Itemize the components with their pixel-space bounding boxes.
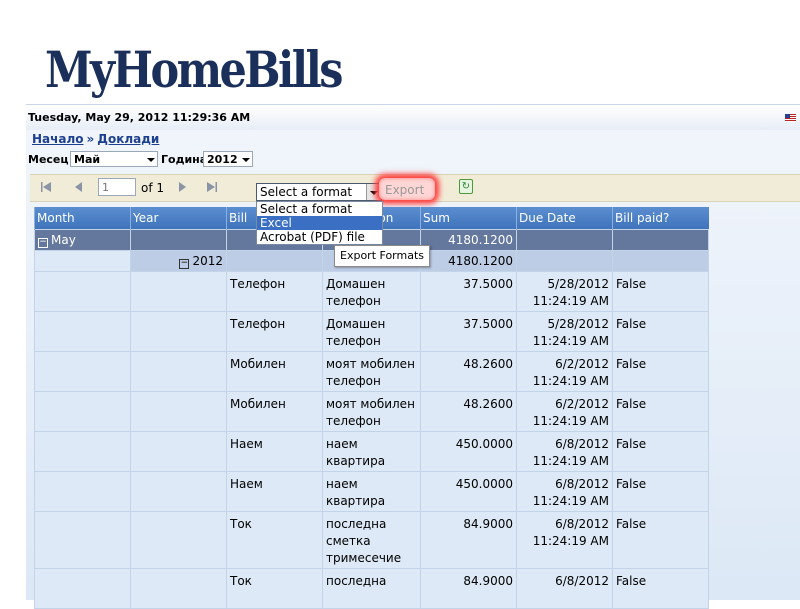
group-year-label: 2012 <box>192 254 223 268</box>
sum-cell: 450.0000 <box>420 431 517 472</box>
export-button[interactable]: Export <box>385 183 424 197</box>
bill-paid-cell: False <box>612 391 709 432</box>
export-format-value: Select a format <box>260 185 353 199</box>
bill-cell: Телефон <box>226 271 323 312</box>
bill-cell: Мобилен <box>226 391 323 432</box>
app-logo: MyHomeBills <box>45 40 344 99</box>
first-page-icon[interactable] <box>40 181 52 193</box>
bill-paid-cell: False <box>612 431 709 472</box>
due-date-cell: 5/28/2012 11:24:19 AM <box>516 271 613 312</box>
collapse-icon[interactable]: − <box>38 238 48 248</box>
collapse-icon[interactable]: − <box>179 259 190 269</box>
group-year-sum: 4180.1200 <box>420 250 517 272</box>
year-select-value: 2012 <box>207 153 238 166</box>
sum-cell: 84.9000 <box>420 511 517 569</box>
us-flag-icon[interactable] <box>785 114 796 122</box>
format-option-pdf[interactable]: Acrobat (PDF) file <box>257 230 382 244</box>
column-header-month[interactable]: Month <box>34 207 131 230</box>
bill-paid-cell: False <box>612 271 709 312</box>
report-toolbar: 1 of 1 Select a format Export ↻ <box>30 174 800 202</box>
bill-paid-cell: False <box>612 568 709 609</box>
table-row: Мобилен моят мобилен телефон 48.2600 6/2… <box>34 351 709 392</box>
sum-cell: 450.0000 <box>420 471 517 512</box>
bill-cell: Ток <box>226 511 323 569</box>
bill-paid-cell: False <box>612 471 709 512</box>
table-row: Телефон Домашен телефон 37.5000 5/28/201… <box>34 271 709 312</box>
group-month-cell: − May <box>34 229 131 251</box>
description-cell: наем квартира <box>322 431 421 472</box>
table-row: Ток последна сметка тримесечие 84.9000 6… <box>34 511 709 569</box>
breadcrumb-reports-link[interactable]: Доклади <box>97 132 159 146</box>
column-header-sum[interactable]: Sum <box>420 207 517 230</box>
description-cell: моят мобилен телефон <box>322 351 421 392</box>
format-option-none[interactable]: Select a format <box>257 202 382 216</box>
chevron-down-icon <box>242 158 250 162</box>
sum-cell: 48.2600 <box>420 391 517 432</box>
month-select[interactable]: Май <box>70 151 158 167</box>
description-cell: последна сметка тримесечие <box>322 511 421 569</box>
previous-page-icon[interactable] <box>74 181 84 193</box>
format-option-excel[interactable]: Excel <box>257 216 382 230</box>
description-cell: Домашен телефон <box>322 271 421 312</box>
sum-cell: 84.9000 <box>420 568 517 609</box>
breadcrumb: Начало» Доклади <box>32 132 159 146</box>
due-date-cell: 6/8/2012 11:24:19 AM <box>516 471 613 512</box>
due-date-cell: 6/2/2012 11:24:19 AM <box>516 351 613 392</box>
bill-paid-cell: False <box>612 511 709 569</box>
sum-cell: 37.5000 <box>420 311 517 352</box>
table-row: Мобилен моят мобилен телефон 48.2600 6/2… <box>34 391 709 432</box>
bill-cell: Наем <box>226 431 323 472</box>
page-number-input[interactable]: 1 <box>98 178 136 196</box>
page-count-label: of 1 <box>141 181 165 195</box>
next-page-icon[interactable] <box>177 181 187 193</box>
export-formats-tooltip: Export Formats <box>334 245 430 267</box>
column-header-bill-paid[interactable]: Bill paid? <box>612 207 709 230</box>
group-month-label: May <box>51 233 76 247</box>
last-page-icon[interactable] <box>206 181 218 193</box>
description-cell: последна <box>322 568 421 609</box>
group-month-sum: 4180.1200 <box>420 229 517 251</box>
year-select[interactable]: 2012 <box>203 151 253 167</box>
chevron-down-icon <box>147 158 155 162</box>
due-date-cell: 6/8/2012 11:24:19 AM <box>516 431 613 472</box>
due-date-cell: 5/28/2012 11:24:19 AM <box>516 311 613 352</box>
bill-cell: Телефон <box>226 311 323 352</box>
date-bar: Tuesday, May 29, 2012 11:29:36 AM <box>26 104 800 131</box>
table-row: Ток последна 84.9000 6/8/2012 False <box>34 568 709 609</box>
sum-cell: 48.2600 <box>420 351 517 392</box>
column-header-due-date[interactable]: Due Date <box>516 207 613 230</box>
table-row: Наем наем квартира 450.0000 6/8/2012 11:… <box>34 471 709 512</box>
table-row: Наем наем квартира 450.0000 6/8/2012 11:… <box>34 431 709 472</box>
column-header-year[interactable]: Year <box>130 207 227 230</box>
due-date-cell: 6/8/2012 <box>516 568 613 609</box>
bill-paid-cell: False <box>612 311 709 352</box>
export-format-dropdown: Select a format Excel Acrobat (PDF) file <box>256 201 383 245</box>
bill-cell: Наем <box>226 471 323 512</box>
year-label: Година <box>161 153 208 166</box>
group-year-cell: −2012 <box>130 250 227 272</box>
description-cell: наем квартира <box>322 471 421 512</box>
month-label: Месец <box>28 153 69 166</box>
description-cell: моят мобилен телефон <box>322 391 421 432</box>
report-table: Month Year Bill Description Sum Due Date… <box>34 207 709 609</box>
refresh-icon[interactable]: ↻ <box>459 179 473 194</box>
sum-cell: 37.5000 <box>420 271 517 312</box>
current-datetime: Tuesday, May 29, 2012 11:29:36 AM <box>28 111 251 124</box>
month-select-value: Май <box>74 153 101 166</box>
table-row: Телефон Домашен телефон 37.5000 5/28/201… <box>34 311 709 352</box>
due-date-cell: 6/8/2012 11:24:19 AM <box>516 511 613 569</box>
due-date-cell: 6/2/2012 11:24:19 AM <box>516 391 613 432</box>
bill-cell: Ток <box>226 568 323 609</box>
breadcrumb-home-link[interactable]: Начало <box>32 132 84 146</box>
breadcrumb-separator: » <box>86 132 95 146</box>
bill-cell: Мобилен <box>226 351 323 392</box>
bill-paid-cell: False <box>612 351 709 392</box>
export-format-select[interactable]: Select a format <box>256 183 382 201</box>
description-cell: Домашен телефон <box>322 311 421 352</box>
